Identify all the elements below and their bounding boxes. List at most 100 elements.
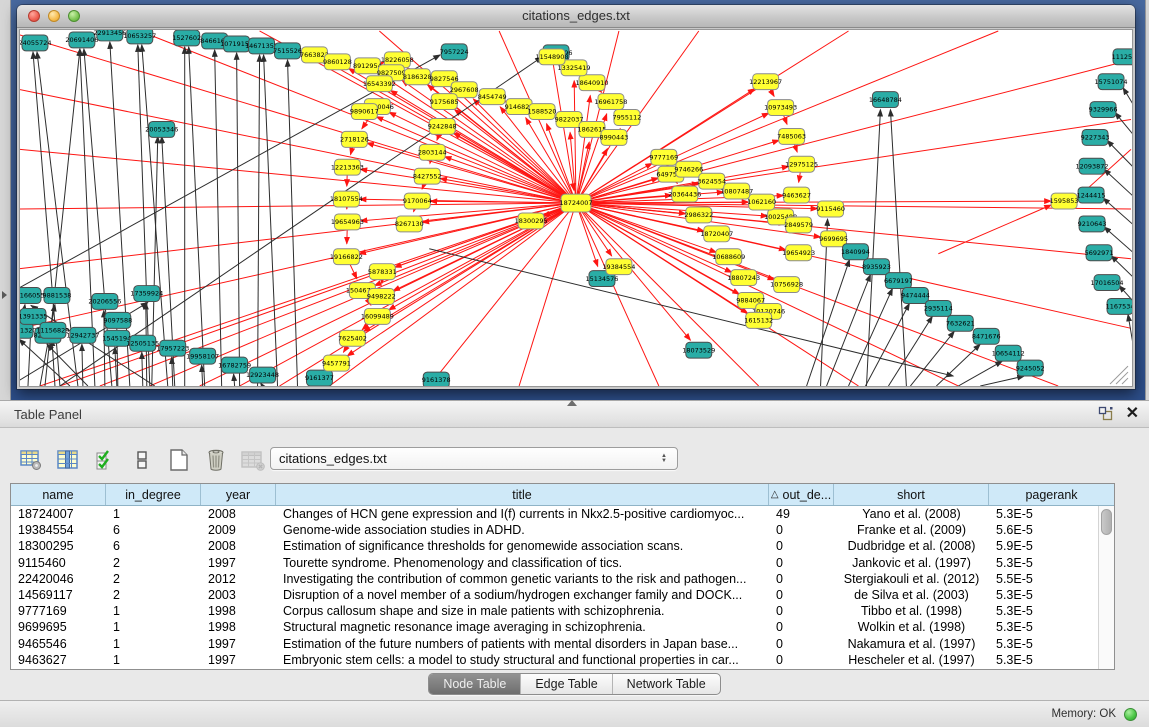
graph-node[interactable]: 8935923 [862,259,891,275]
graph-node[interactable]: 5878331 [368,264,397,280]
graph-node[interactable]: 18640910 [575,75,608,91]
graph-node[interactable]: 8471676 [972,328,1001,344]
graph-node[interactable]: 12213967 [749,74,782,90]
delete-table-button[interactable] [240,447,266,473]
graph-node[interactable]: 12923448 [246,367,279,383]
graph-node[interactable]: 20206556 [88,294,121,310]
graph-node[interactable]: 16961758 [594,94,627,110]
graph-node[interactable]: 18107554 [330,191,363,207]
graph-node[interactable]: 17957223 [156,340,189,356]
graph-node[interactable]: 18300295 [515,213,548,229]
graph-node[interactable]: 2718126 [340,131,369,147]
graph-node[interactable]: 22913456 [93,30,126,41]
graph-node[interactable]: 12942737 [66,327,99,343]
graph-node[interactable]: 9474444 [901,288,930,304]
minimize-window-button[interactable] [48,10,60,22]
canvas-resize-grip[interactable] [1110,366,1128,384]
graph-node[interactable]: 9115460 [816,201,845,217]
graph-node[interactable]: 19654923 [782,245,815,261]
graph-node[interactable]: 11548908 [536,49,569,65]
graph-node[interactable]: 9463627 [782,187,811,203]
graph-node[interactable]: 10973493 [764,100,797,116]
column-header-out-degree[interactable]: △ out_de... [769,484,834,505]
delete-column-button[interactable] [203,447,229,473]
graph-node[interactable]: 18724007 [559,194,592,212]
graph-node[interactable]: 10756928 [770,277,803,293]
graph-node[interactable]: 12213363 [331,159,364,175]
graph-node[interactable]: 9777169 [649,149,678,165]
graph-node[interactable]: 9498222 [367,289,396,305]
graph-node[interactable]: 10688609 [712,249,745,265]
graph-node[interactable]: 7625402 [338,330,367,346]
graph-node[interactable]: 10653257 [123,30,156,44]
panel-splitter-grip[interactable] [567,400,577,406]
graph-node[interactable]: 5692971 [1085,245,1114,261]
graph-node[interactable]: 18807243 [727,270,760,286]
table-row[interactable]: 1456911722003Disruption of a novel membe… [11,587,1098,603]
graph-node[interactable]: 1588520 [528,104,557,120]
column-header-in-degree[interactable]: in_degree [106,484,201,505]
table-row[interactable]: 977716911998Corpus callosum shape and si… [11,603,1098,619]
tab-network-table[interactable]: Network Table [613,674,720,694]
table-row[interactable]: 1830029562008Estimation of significance … [11,538,1098,554]
graph-node[interactable]: 7515526 [273,43,302,59]
table-selector-dropdown[interactable]: citations_edges.txt ▲▼ [270,447,678,470]
graph-node[interactable]: 20364436 [668,186,701,202]
graph-node[interactable]: 8186328 [403,69,432,85]
graph-node[interactable]: 7632621 [946,315,975,331]
graph-node[interactable]: 2803144 [418,144,447,160]
graph-node[interactable]: 19384554 [602,259,635,275]
show-columns-button[interactable] [55,447,81,473]
graph-node[interactable]: 1595853 [1050,193,1079,209]
graph-node[interactable]: 16099489 [361,308,394,324]
graph-node[interactable]: 9097588 [103,312,132,328]
graph-node[interactable]: 12975125 [785,156,818,172]
table-row[interactable]: 2242004622012Investigating the contribut… [11,571,1098,587]
graph-node[interactable]: 8267130 [395,216,424,232]
column-header-year[interactable]: year [201,484,276,505]
select-rows-button[interactable] [92,447,118,473]
graph-node[interactable]: 25166055 [20,288,44,304]
graph-node[interactable]: 1112505 [1112,49,1132,65]
graph-node[interactable]: 7955112 [612,110,641,126]
graph-node[interactable]: 11156829 [36,322,69,338]
graph-node[interactable]: 17359924 [130,286,163,302]
column-header-short[interactable]: short [834,484,989,505]
table-row[interactable]: 946362711997Embryonic stem cells: a mode… [11,652,1098,668]
graph-node[interactable]: 9161377 [305,370,334,386]
graph-node[interactable]: 6679197 [884,273,913,289]
graph-node[interactable]: 2986322 [684,207,713,223]
close-panel-button[interactable]: ✕ [1126,405,1139,423]
graph-node[interactable]: 1527602 [172,30,201,46]
graph-node[interactable]: 19654963 [331,214,364,230]
graph-node[interactable]: 19166822 [330,249,363,265]
graph-node[interactable]: 24055724 [20,35,51,51]
table-scrollbar[interactable] [1098,506,1114,669]
graph-node[interactable]: 16543392 [363,76,396,92]
create-column-button[interactable] [166,447,192,473]
row-view-mode-button[interactable] [129,447,155,473]
graph-node[interactable]: 9161378 [422,372,451,386]
graph-node[interactable]: 9227343 [1081,129,1110,145]
tab-edge-table[interactable]: Edge Table [521,674,612,694]
graph-node[interactable]: 10807487 [720,183,753,199]
graph-node[interactable]: 20053346 [145,121,178,137]
graph-node[interactable]: 9170064 [403,193,432,209]
graph-node[interactable]: 9457791 [322,355,351,371]
graph-node[interactable]: 16648784 [869,92,902,108]
network-window-titlebar[interactable]: citations_edges.txt [17,5,1135,28]
graph-node[interactable]: 12093872 [1076,158,1109,174]
graph-node[interactable]: 1615132 [744,312,773,328]
graph-node[interactable]: 8990443 [599,129,628,145]
graph-node[interactable]: 9210643 [1078,216,1107,232]
graph-node[interactable]: 1840994 [841,244,870,260]
graph-node[interactable]: 9329966 [1089,102,1118,118]
close-window-button[interactable] [28,10,40,22]
tab-node-table[interactable]: Node Table [429,674,521,694]
graph-node[interactable]: 7485063 [777,128,806,144]
column-header-pagerank[interactable]: pagerank [989,484,1114,505]
graph-node[interactable]: 1244415 [1077,187,1106,203]
table-row[interactable]: 1872400712008Changes of HCN gene express… [11,506,1098,522]
column-header-title[interactable]: title [276,484,769,505]
graph-node[interactable]: 8454749 [478,89,507,105]
